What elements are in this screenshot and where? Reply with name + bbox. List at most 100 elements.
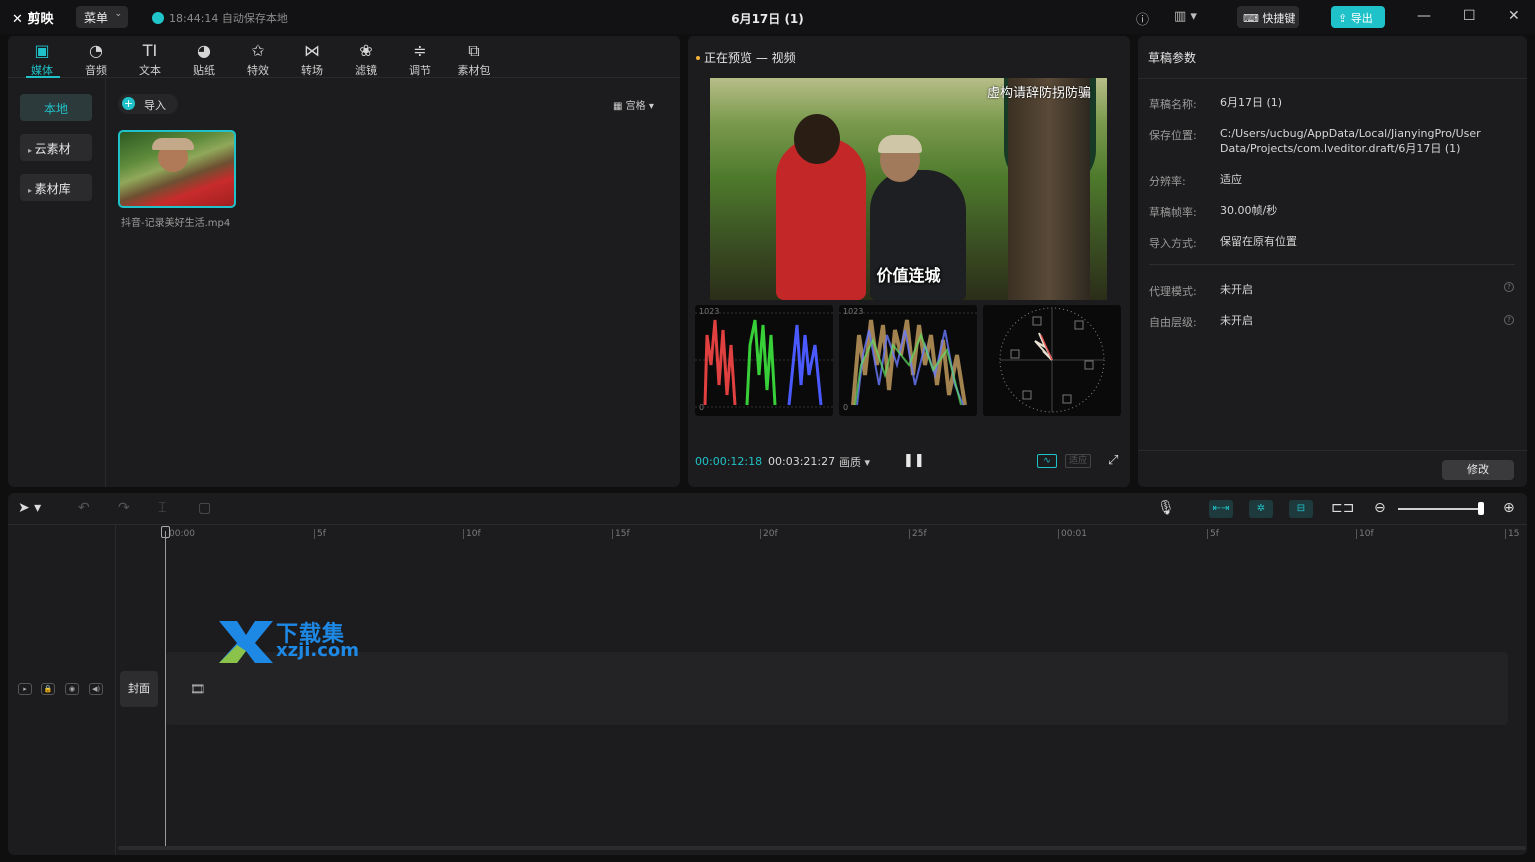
zoom-slider-track[interactable]: [1398, 508, 1484, 510]
total-duration: 00:03:21:27: [768, 455, 836, 468]
tab-audio[interactable]: ◔ 音频: [74, 40, 118, 78]
grid-icon: ▦: [613, 101, 623, 112]
redo-icon[interactable]: ↷: [118, 500, 130, 516]
prop-label: 草稿帧率:: [1149, 206, 1197, 219]
ruler-tick: 00:00: [166, 529, 195, 539]
time-ruler[interactable]: 00:00 5f 10f 15f 20f 25f 00:01 5f 10f 15: [116, 525, 1527, 539]
preview-title-text: 正在预览 — 视频: [704, 51, 796, 65]
timeline-panel: ➤ ▾ ↶ ↷ ⌶ ▢ 🎙 ⇤⇥ ✲ ⊟ ⊏⊐ ⊖ ⊕ 00:00 5f 10f…: [8, 493, 1527, 855]
pause-icon[interactable]: ❚❚: [903, 453, 925, 468]
effects-icon: ✩: [251, 41, 265, 60]
shortcut-button[interactable]: ⌨ 快捷键: [1237, 6, 1299, 28]
auto-snap-icon[interactable]: ✲: [1249, 500, 1273, 518]
divider: [1149, 264, 1515, 265]
sidebar-item-local[interactable]: 本地: [20, 94, 92, 121]
sticker-icon: ◕: [197, 41, 211, 60]
prop-label: 自由层级:: [1149, 316, 1197, 329]
tab-adjust[interactable]: ≑ 调节: [398, 40, 442, 78]
zoom-in-icon[interactable]: ⊕: [1503, 500, 1515, 516]
lock-icon[interactable]: 🔒: [41, 683, 55, 695]
main-track-magnet-icon[interactable]: ⇤⇥: [1209, 500, 1233, 518]
tab-effects[interactable]: ✩ 特效: [236, 40, 280, 78]
track-video-icon[interactable]: ▸: [18, 683, 32, 695]
app-logo: ✕ 剪映: [12, 12, 54, 27]
tab-text[interactable]: TI 文本: [128, 40, 172, 78]
tab-transition[interactable]: ⋈ 转场: [290, 40, 334, 78]
fullscreen-icon[interactable]: ⤢: [1108, 453, 1118, 468]
pack-icon: ⧉: [468, 41, 480, 60]
preview-axis-icon[interactable]: ⊏⊐: [1331, 500, 1354, 516]
menu-button[interactable]: 菜单 ⌄: [76, 6, 128, 28]
view-toggle[interactable]: ▦ 宫格 ▾: [613, 97, 654, 112]
media-clip-thumbnail[interactable]: [118, 130, 236, 208]
color-waveform: [839, 312, 977, 406]
microphone-icon[interactable]: 🎙: [1157, 500, 1175, 516]
linkage-icon[interactable]: ⊟: [1289, 500, 1313, 518]
tab-media[interactable]: ▣ 媒体: [20, 40, 64, 78]
modify-button[interactable]: 修改: [1442, 460, 1514, 480]
layout-icon[interactable]: ▥ ▾: [1174, 9, 1197, 24]
quality-label: 画质: [839, 456, 861, 469]
zoom-slider-handle[interactable]: [1478, 502, 1484, 515]
playhead[interactable]: [165, 531, 166, 846]
media-icon: ▣: [34, 41, 50, 60]
props-title: 草稿参数: [1148, 51, 1197, 65]
status-dot: [696, 56, 700, 60]
draft-properties-panel: 草稿参数 草稿名称: 6月17日 (1) 保存位置: C:/Users/ucbu…: [1138, 36, 1527, 487]
horizontal-scrollbar[interactable]: [118, 846, 1526, 850]
prop-value-framerate: 30.00帧/秒: [1220, 204, 1278, 217]
tab-pack[interactable]: ⧉ 素材包: [452, 40, 496, 78]
speaker-icon[interactable]: ◀): [89, 683, 103, 695]
zoom-out-icon[interactable]: ⊖: [1374, 500, 1386, 516]
sidebar-item-cloud[interactable]: ▸ 云素材: [20, 134, 92, 161]
prop-label: 代理模式:: [1149, 285, 1197, 298]
cover-button[interactable]: 封面: [120, 671, 158, 707]
film-icon: 🎞: [190, 682, 206, 696]
view-label: 宫格: [625, 101, 646, 112]
fit-button[interactable]: 适应: [1065, 454, 1091, 468]
sidebar-item-library[interactable]: ▸ 素材库: [20, 174, 92, 201]
prop-value-name: 6月17日 (1): [1220, 96, 1283, 109]
tab-label: 转场: [301, 64, 323, 77]
import-button[interactable]: + 导入: [118, 94, 178, 114]
eye-icon[interactable]: ◉: [65, 683, 79, 695]
prop-value-proxy: 未开启: [1220, 283, 1253, 296]
media-clip-name: 抖音-记录美好生活.mp4: [121, 218, 231, 229]
media-sidebar: 本地 ▸ 云素材 ▸ 素材库: [8, 78, 106, 487]
prop-value-resolution: 适应: [1220, 173, 1242, 186]
tab-sticker[interactable]: ◕ 贴纸: [182, 40, 226, 78]
ruler-tick: 15f: [612, 529, 630, 539]
export-button[interactable]: ⇪ 导出: [1331, 6, 1385, 28]
plus-icon: +: [122, 97, 135, 110]
close-icon[interactable]: ✕: [1508, 8, 1520, 24]
ruler-tick: 00:01: [1058, 529, 1087, 539]
tab-label: 音频: [85, 64, 107, 77]
ruler-tick: 15: [1505, 529, 1519, 539]
audio-icon: ◔: [89, 41, 103, 60]
preview-title: 正在预览 — 视频: [696, 49, 796, 66]
ruler-tick: 5f: [1207, 529, 1219, 539]
help-icon[interactable]: ?: [1504, 282, 1514, 292]
tab-filter[interactable]: ❀ 滤镜: [344, 40, 388, 78]
ruler-tick: 10f: [463, 529, 481, 539]
split-icon[interactable]: ⌶: [158, 500, 166, 516]
main-track[interactable]: [166, 652, 1508, 725]
prop-value-layer: 未开启: [1220, 314, 1253, 327]
vectorscope: [983, 305, 1121, 416]
help-icon[interactable]: ?: [1504, 315, 1514, 325]
undo-icon[interactable]: ↶: [78, 500, 90, 516]
chevron-down-icon: ⌄: [114, 9, 122, 19]
tab-label: 调节: [409, 64, 431, 77]
help-icon[interactable]: ⓘ: [1136, 9, 1149, 28]
scope-toggle-icon[interactable]: ∿: [1037, 454, 1057, 468]
maximize-icon[interactable]: ☐: [1463, 8, 1476, 24]
select-tool-icon[interactable]: ➤ ▾: [18, 500, 41, 516]
tab-label: 贴纸: [193, 64, 215, 77]
video-person-red-head: [794, 114, 840, 164]
quality-dropdown[interactable]: 画质 ▾: [839, 454, 870, 470]
delete-icon[interactable]: ▢: [198, 500, 211, 516]
video-frame[interactable]: 虚构请辞防拐防骗 价值连城: [710, 78, 1107, 300]
export-label: 导出: [1350, 12, 1373, 25]
minimize-icon[interactable]: —: [1417, 8, 1431, 24]
tab-label: 文本: [139, 64, 161, 77]
